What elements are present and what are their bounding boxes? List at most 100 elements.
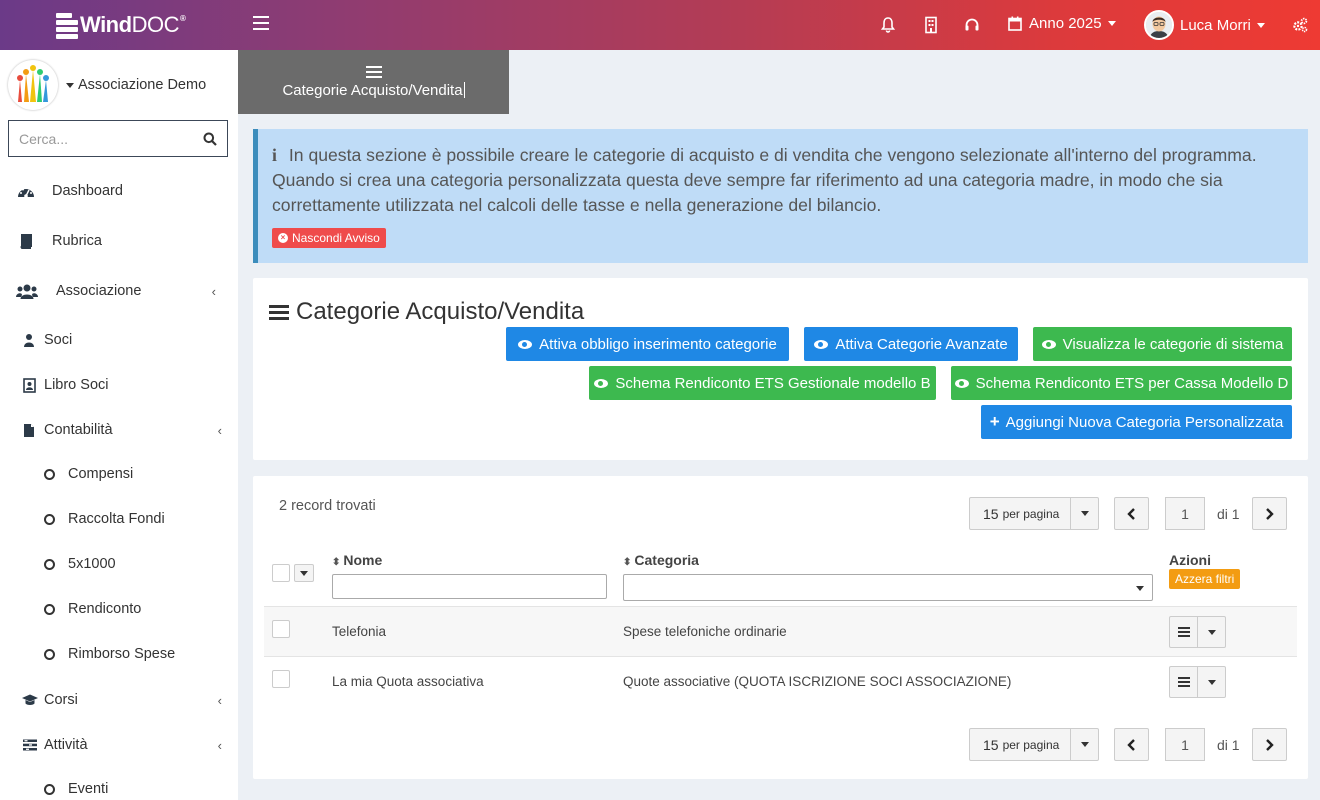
address-book-icon (22, 376, 36, 394)
app-logo[interactable]: Wind DOC ® (56, 9, 186, 41)
plus-icon: + (989, 412, 1000, 431)
eye-icon (594, 378, 609, 388)
filter-categoria-select[interactable] (623, 574, 1153, 601)
button-label: Visualizza le categorie di sistema (1062, 335, 1284, 353)
year-label: Anno 2025 (1029, 15, 1102, 32)
column-header-azioni: Azioni (1169, 552, 1211, 568)
eye-icon (518, 339, 533, 349)
enable-advanced-categories-button[interactable]: Attiva Categorie Avanzate (804, 327, 1018, 361)
per-page-select[interactable]: 15 per pagina (969, 728, 1099, 761)
bell-icon[interactable] (880, 16, 896, 34)
column-header-nome[interactable]: ⬍ Nome (332, 552, 382, 568)
row-actions-dropdown[interactable] (1198, 667, 1225, 697)
circle-icon (44, 783, 55, 795)
sidebar-item-rimborso-spese[interactable]: Rimborso Spese (44, 646, 238, 662)
cogs-icon[interactable] (1292, 16, 1308, 34)
sidebar-item-label: Corsi (44, 692, 78, 708)
circle-icon (44, 513, 55, 525)
sidebar-item-attivita[interactable]: Attività ‹ (22, 736, 238, 754)
sidebar-item-soci[interactable]: Soci (22, 331, 238, 349)
sidebar-item-5x1000[interactable]: 5x1000 (44, 556, 238, 572)
show-system-categories-button[interactable]: Visualizza le categorie di sistema (1033, 327, 1292, 361)
logo-text-wind: Wind (80, 12, 132, 37)
tasks-icon (22, 736, 38, 754)
button-label: Aggiungi Nuova Categoria Personalizzata (1005, 413, 1284, 431)
next-page-button[interactable] (1251, 728, 1287, 761)
user-menu[interactable]: Luca Morri (1144, 10, 1265, 40)
search-input[interactable]: Cerca... (8, 120, 228, 157)
row-menu-button[interactable] (1170, 667, 1198, 697)
categories-table-panel: 2 record trovati 15 per pagina 1 di 1 ⬍ No… (253, 476, 1308, 779)
chevron-left-icon: ‹ (217, 737, 222, 753)
sidebar-item-compensi[interactable]: Compensi (44, 466, 238, 482)
schema-model-d-button[interactable]: Schema Rendiconto ETS per Cassa Modello … (951, 366, 1292, 400)
sidebar-item-eventi[interactable]: Eventi (44, 781, 238, 797)
sidebar-item-associazione[interactable]: Associazione ‹ (16, 282, 238, 300)
chevron-down-icon (1256, 22, 1265, 28)
sidebar-item-label: Associazione (56, 283, 142, 299)
users-icon (16, 282, 38, 300)
sidebar-item-label: Rimborso Spese (68, 646, 176, 662)
page-tab[interactable]: Categorie Acquisto/Vendita (238, 50, 509, 114)
row-checkbox[interactable] (272, 670, 290, 688)
pagination-top: 15 per pagina 1 di 1 (969, 497, 1287, 530)
filter-nome-input[interactable] (332, 574, 607, 599)
button-label: Attiva Categorie Avanzate (835, 335, 1008, 353)
info-alert: i In questa sezione è possibile creare le… (253, 129, 1308, 263)
sidebar-toggle-icon[interactable] (253, 16, 269, 30)
book-icon (16, 232, 36, 250)
chevron-left-icon: ‹ (211, 283, 216, 299)
search-icon[interactable] (203, 132, 217, 146)
sidebar-item-label: Rubrica (52, 233, 102, 249)
prev-page-button[interactable] (1114, 728, 1149, 761)
page-number-input[interactable]: 1 (1165, 728, 1205, 761)
sidebar-item-label: Contabilità (44, 422, 113, 438)
reset-filters-button[interactable]: Azzera filtri (1169, 569, 1241, 589)
bulk-actions-dropdown[interactable] (294, 564, 314, 582)
table-row[interactable]: Telefonia Spese telefoniche ordinarie (264, 606, 1297, 656)
hide-alert-label: Nascondi Avviso (292, 231, 380, 245)
add-custom-category-button[interactable]: + Aggiungi Nuova Categoria Personalizzat… (981, 405, 1292, 439)
row-actions-dropdown[interactable] (1198, 617, 1225, 647)
enable-mandatory-categories-button[interactable]: Attiva obbligo inserimento categorie (506, 327, 789, 361)
row-actions (1169, 666, 1226, 698)
top-navbar: Wind DOC ® Anno 2025 Luca Morri (0, 0, 1320, 50)
cell-categoria: Spese telefoniche ordinarie (623, 624, 787, 639)
eye-icon (814, 339, 829, 349)
panel-title: Categorie Acquisto/Vendita (269, 298, 584, 326)
caret-down-icon (66, 82, 74, 88)
sidebar-item-libro-soci[interactable]: Libro Soci (22, 376, 238, 394)
sidebar-item-corsi[interactable]: Corsi ‹ (22, 691, 238, 709)
column-header-categoria[interactable]: ⬍ Categoria (623, 552, 699, 568)
schema-model-b-button[interactable]: Schema Rendiconto ETS Gestionale modello… (589, 366, 936, 400)
row-checkbox[interactable] (272, 620, 290, 638)
table-row[interactable]: La mia Quota associativa Quote associati… (264, 656, 1297, 706)
row-menu-button[interactable] (1170, 617, 1198, 647)
sidebar-item-label: Rendiconto (68, 601, 142, 617)
prev-page-button[interactable] (1114, 497, 1149, 530)
sidebar-item-raccolta-fondi[interactable]: Raccolta Fondi (44, 511, 238, 527)
caret-down-icon (1207, 679, 1216, 685)
caret-down-icon (1207, 629, 1216, 635)
sidebar-item-label: Attività (44, 737, 88, 753)
total-pages: di 1 (1217, 736, 1240, 753)
sidebar-item-dashboard[interactable]: Dashboard (16, 182, 238, 200)
next-page-button[interactable] (1251, 497, 1287, 530)
sidebar-item-rubrica[interactable]: Rubrica (16, 232, 238, 250)
file-icon (22, 421, 36, 439)
page-number-input[interactable]: 1 (1165, 497, 1205, 530)
hide-alert-button[interactable]: × Nascondi Avviso (272, 228, 386, 248)
button-label: Schema Rendiconto ETS Gestionale modello… (615, 374, 931, 392)
building-icon[interactable] (923, 16, 939, 34)
per-page-select[interactable]: 15 per pagina (969, 497, 1099, 530)
sidebar-item-contabilita[interactable]: Contabilità ‹ (22, 421, 238, 439)
chevron-left-icon (1127, 738, 1135, 751)
org-name: Associazione Demo (78, 77, 207, 93)
sort-icon: ⬍ (623, 557, 632, 568)
sidebar-item-rendiconto[interactable]: Rendiconto (44, 601, 238, 617)
select-all-checkbox[interactable] (272, 564, 290, 582)
org-switcher[interactable]: Associazione Demo (8, 60, 206, 110)
graduation-cap-icon (22, 691, 38, 709)
headset-icon[interactable] (964, 16, 980, 34)
year-selector[interactable]: Anno 2025 (1008, 15, 1116, 32)
